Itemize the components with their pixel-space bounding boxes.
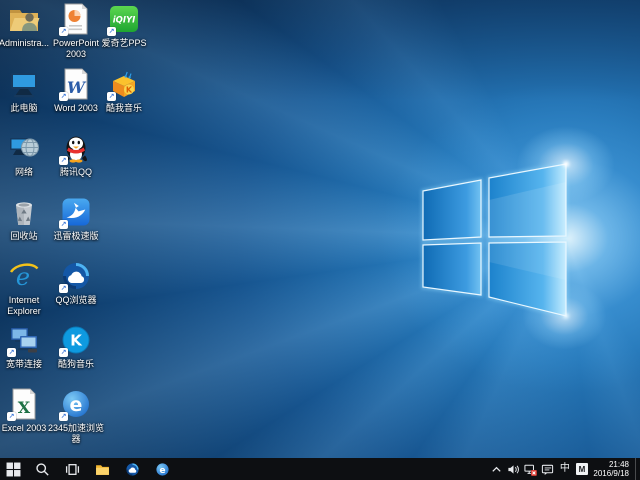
- computer-icon: [8, 68, 40, 100]
- network-status-button[interactable]: [522, 458, 539, 480]
- desktop-icon-broadband-connection[interactable]: ↗宽带连接: [0, 324, 48, 370]
- desktop-icon-powerpoint-2003[interactable]: ↗PowerPoint 2003: [52, 3, 100, 60]
- kuwo-music-icon: K↗: [108, 68, 140, 100]
- taskbar: e 中M 21:48 2016/9/18: [0, 458, 640, 480]
- qq-browser-icon: [125, 462, 140, 477]
- volume-icon: [507, 463, 520, 476]
- broadband-icon: ↗: [8, 324, 40, 356]
- recycle-bin-icon: [8, 196, 40, 228]
- desktop-icon-recycle-bin[interactable]: 回收站: [0, 196, 48, 242]
- desktop-icon-label: 爱奇艺PPS: [92, 38, 156, 49]
- xunlei-icon: ↗: [60, 196, 92, 228]
- desktop-icon-label: 腾讯QQ: [44, 167, 108, 178]
- shortcut-arrow-overlay: ↗: [59, 412, 68, 421]
- taskbar-clock[interactable]: 21:48 2016/9/18: [590, 458, 635, 480]
- desktop-icon-kugou-music[interactable]: K↗酷狗音乐: [52, 324, 100, 370]
- desktop-icon-label: 酷狗音乐: [44, 359, 108, 370]
- shortcut-arrow-overlay: ↗: [59, 284, 68, 293]
- shortcut-arrow-overlay: ↗: [59, 220, 68, 229]
- desktop-icon-excel-2003[interactable]: X↗Excel 2003: [0, 388, 48, 434]
- shortcut-arrow-overlay: ↗: [59, 348, 68, 357]
- ime-mode-indicator-text: 中: [560, 464, 570, 474]
- search-icon: [35, 462, 50, 477]
- svg-text:K: K: [70, 332, 83, 350]
- desktop-icon-label: 2345加速浏览器: [44, 423, 108, 445]
- taskbar-buttons: e: [0, 458, 177, 480]
- 2345-browser-icon: e: [155, 462, 170, 477]
- shortcut-arrow-overlay: ↗: [107, 27, 116, 36]
- desktop-icon-administrator-folder[interactable]: Administra...: [0, 3, 48, 49]
- volume-button[interactable]: [505, 458, 522, 480]
- desktop-icon-xunlei-speed[interactable]: ↗迅雷极速版: [52, 196, 100, 242]
- clock-date: 2016/9/18: [593, 469, 629, 479]
- action-center-icon: [541, 463, 554, 476]
- system-tray: 中M: [488, 458, 590, 480]
- kugou-music-icon: K↗: [60, 324, 92, 356]
- word-icon: W↗: [60, 68, 92, 100]
- taskbar-empty-area[interactable]: [177, 458, 488, 480]
- file-explorer-button[interactable]: [87, 458, 117, 480]
- desktop-icon-iqiyi-pps[interactable]: iQIYI↗爱奇艺PPS: [100, 3, 148, 49]
- network-disconnected-icon: [524, 463, 537, 476]
- shortcut-arrow-overlay: ↗: [7, 348, 16, 357]
- desktop-icon-label: QQ浏览器: [44, 295, 108, 306]
- qq-browser-taskbar-button[interactable]: [117, 458, 147, 480]
- shortcut-arrow-overlay: ↗: [59, 27, 68, 36]
- user-folder-icon: [8, 3, 40, 35]
- excel-icon: X↗: [8, 388, 40, 420]
- desktop[interactable]: Administra...↗PowerPoint 2003iQIYI↗爱奇艺PP…: [0, 0, 640, 458]
- svg-text:K: K: [126, 86, 133, 95]
- desktop-icon-internet-explorer[interactable]: eInternet Explorer: [0, 260, 48, 317]
- screen: Administra...↗PowerPoint 2003iQIYI↗爱奇艺PP…: [0, 0, 640, 480]
- task-view-icon: [65, 462, 80, 477]
- powerpoint-icon: ↗: [60, 3, 92, 35]
- desktop-icon-label: 酷我音乐: [92, 103, 156, 114]
- shortcut-arrow-overlay: ↗: [107, 92, 116, 101]
- start-button[interactable]: [0, 458, 27, 480]
- show-desktop-button[interactable]: [635, 458, 640, 480]
- network-icon: [8, 132, 40, 164]
- desktop-icon-network[interactable]: 网络: [0, 132, 48, 178]
- desktop-icon-this-pc[interactable]: 此电脑: [0, 68, 48, 114]
- iqiyi-icon: iQIYI↗: [108, 3, 140, 35]
- ie-icon: e: [8, 260, 40, 292]
- input-method-indicator[interactable]: M: [573, 458, 590, 480]
- search-button[interactable]: [27, 458, 57, 480]
- svg-text:e: e: [70, 394, 83, 416]
- shortcut-arrow-overlay: ↗: [7, 412, 16, 421]
- action-center-button[interactable]: [539, 458, 556, 480]
- desktop-icon-label: 迅雷极速版: [44, 231, 108, 242]
- desktop-icon-kuwo-music[interactable]: K↗酷我音乐: [100, 68, 148, 114]
- svg-text:X: X: [18, 398, 31, 417]
- svg-text:iQIYI: iQIYI: [113, 16, 136, 26]
- desktop-icon-qq-browser[interactable]: ↗QQ浏览器: [52, 260, 100, 306]
- svg-text:e: e: [159, 465, 165, 475]
- qq-penguin-icon: ↗: [60, 132, 92, 164]
- input-method-indicator-text: M: [576, 463, 588, 475]
- ime-mode-indicator[interactable]: 中: [556, 458, 573, 480]
- 2345-browser-taskbar-button[interactable]: e: [147, 458, 177, 480]
- hidden-icons-button[interactable]: [488, 458, 505, 480]
- clock-time: 21:48: [593, 460, 629, 470]
- shortcut-arrow-overlay: ↗: [59, 92, 68, 101]
- desktop-icon-2345-browser[interactable]: e↗2345加速浏览器: [52, 388, 100, 445]
- svg-text:W: W: [67, 78, 87, 97]
- shortcut-arrow-overlay: ↗: [59, 156, 68, 165]
- desktop-icon-tencent-qq[interactable]: ↗腾讯QQ: [52, 132, 100, 178]
- qq-browser-icon: ↗: [60, 260, 92, 292]
- 2345-browser-icon: e↗: [60, 388, 92, 420]
- chevron-up-icon: [490, 463, 503, 476]
- task-view-button[interactable]: [57, 458, 87, 480]
- folder-icon: [95, 462, 110, 477]
- windows-logo-icon: [6, 462, 21, 477]
